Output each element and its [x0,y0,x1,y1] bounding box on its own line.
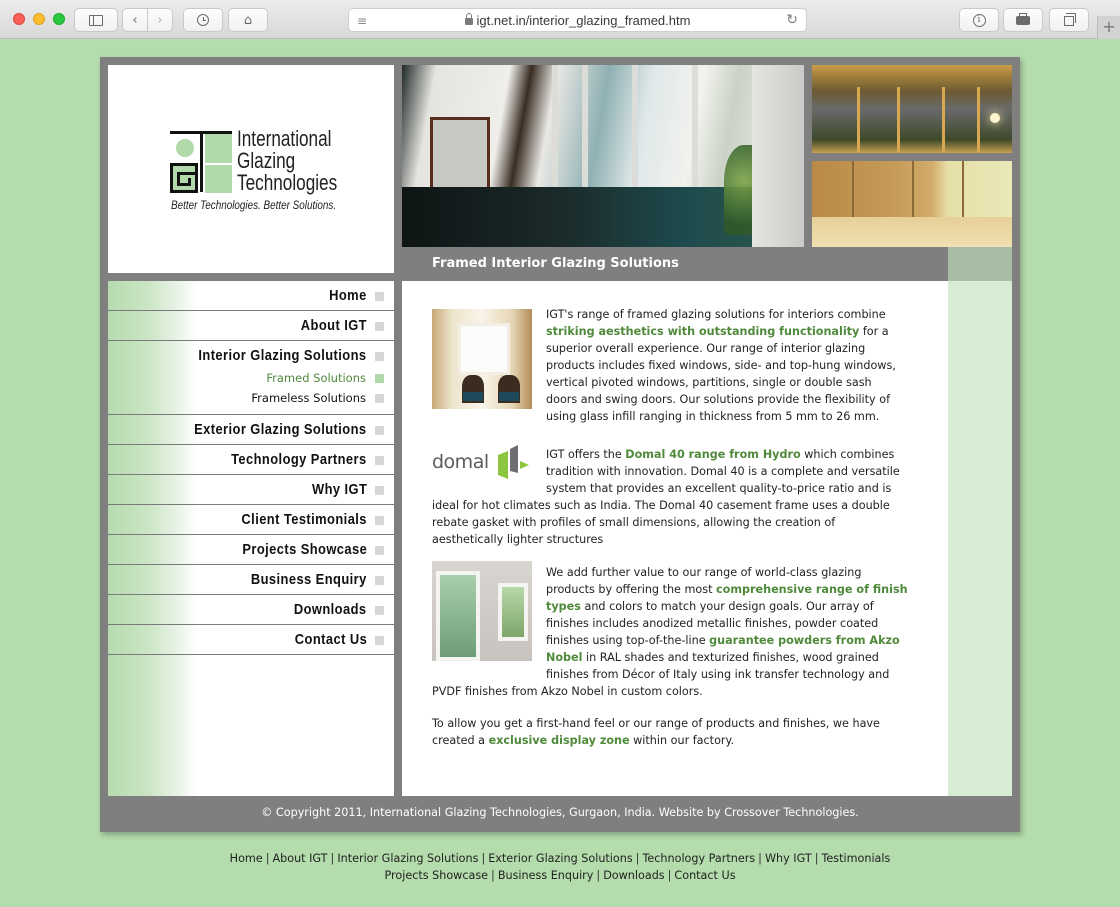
footer-link-downloads[interactable]: Downloads [603,869,664,882]
address-bar[interactable]: ≡ igt.net.in/interior_glazing_framed.htm… [348,8,807,32]
logo-name-line1: International [237,126,332,151]
sidebar-item-client-testimonials[interactable]: Client Testimonials [108,505,394,535]
paragraph-display-zone: To allow you get a first-hand feel or ou… [432,717,880,747]
highlight-display-zone: exclusive display zone [488,734,630,747]
igt-logo-mark [170,131,232,193]
reload-icon[interactable]: ↻ [786,12,798,28]
footer-link-contact-us[interactable]: Contact Us [674,869,735,882]
footer-links-row1: Home | About IGT | Interior Glazing Solution… [229,852,891,865]
bullet-icon [375,576,384,585]
footer-link-home[interactable]: Home [230,852,263,865]
bullet-icon [375,292,384,301]
url-text: igt.net.in/interior_glazing_framed.htm [476,13,691,28]
back-button[interactable]: ‹ [122,8,148,32]
print-icon [1016,12,1030,25]
logo-tagline: Better Technologies. Better Solutions. [171,200,337,212]
bullet-icon [375,456,384,465]
sidebar-item-about-igt[interactable]: About IGT [108,311,394,341]
sidebar-item-why-igt[interactable]: Why IGT [108,475,394,505]
footer-link-business-enquiry[interactable]: Business Enquiry [498,869,594,882]
hero-image-night-windows [812,65,1012,153]
bullet-icon [375,394,384,403]
sidebar-item-business-enquiry[interactable]: Business Enquiry [108,565,394,595]
footer-link-testimonials[interactable]: Testimonials [821,852,890,865]
sidebar-item-technology-partners[interactable]: Technology Partners [108,445,394,475]
home-icon: ⌂ [243,12,253,28]
bullet-active-icon [375,374,384,383]
zoom-window-button[interactable] [53,13,65,25]
sidebar-subitem-framed-solutions[interactable]: Framed Solutions [266,371,366,385]
hero-image-partitions [812,161,1012,247]
sidebar-subitem-frameless-solutions[interactable]: Frameless Solutions [251,391,366,405]
decorative-strip [948,281,1012,796]
copyright-text: © Copyright 2011, International Glazing … [261,806,859,819]
highlight-aesthetics: striking aesthetics with outstanding fun… [546,325,860,338]
print-button[interactable] [1003,8,1043,32]
footer-nav: Home | About IGT | Interior Glazing Solution… [0,850,1120,884]
sidebar-item-home[interactable]: Home [108,281,394,311]
browser-toolbar: ‹ › ⌂ ≡ igt.net.in/interior_glazing_fram… [0,0,1120,39]
sidebar-item-interior-glazing-solutions: Interior Glazing Solutions Framed Soluti… [108,341,394,415]
sidebar-item-contact-us[interactable]: Contact Us [108,625,394,655]
footer-link-why-igt[interactable]: Why IGT [765,852,812,865]
sidebar-item-projects-showcase[interactable]: Projects Showcase [108,535,394,565]
bullet-icon [375,546,384,555]
tabs-overview-button[interactable] [1049,8,1089,32]
page-frame: International Glazing Technologies Bette… [100,57,1020,832]
paragraph-domal: IGT offers the Domal 40 range from Hydro… [432,448,900,546]
bullet-icon [375,426,384,435]
info-icon: i [972,13,986,27]
interior-room-photo [432,309,532,409]
sidebar-item-interior-glazing-label[interactable]: Interior Glazing Solutions [199,347,367,364]
forward-button[interactable]: › [147,8,173,32]
footer-link-projects-showcase[interactable]: Projects Showcase [384,869,488,882]
hero-image-atrium [402,65,804,247]
site-logo[interactable]: International Glazing Technologies Bette… [108,65,394,273]
logo-name-line2: Glazing [237,148,296,173]
lock-icon [464,13,473,25]
home-button[interactable]: ⌂ [228,8,268,32]
bullet-icon [375,516,384,525]
bullet-icon [375,636,384,645]
close-window-button[interactable] [13,13,25,25]
footer-link-exterior-glazing[interactable]: Exterior Glazing Solutions [488,852,632,865]
footer-link-about-igt[interactable]: About IGT [272,852,327,865]
main-content: IGT's range of framed glazing solutions … [402,281,948,796]
bullet-icon [375,352,384,361]
paragraph-finishes: We add further value to our range of wor… [432,566,908,698]
page-title: Framed Interior Glazing Solutions [432,256,679,271]
sidebar-toggle-button[interactable] [74,8,118,32]
sidebar-item-downloads[interactable]: Downloads [108,595,394,625]
back-icon: ‹ [132,12,138,28]
sidebar-nav: Home About IGT Interior Glazing Solution… [108,281,394,796]
history-icon [197,14,209,26]
bullet-icon [375,322,384,331]
sidebar-icon [89,14,103,26]
footer-links-row2: Projects Showcase | Business Enquiry | Downl… [384,869,736,882]
highlight-domal: Domal 40 range from Hydro [625,448,801,461]
paragraph-intro: IGT's range of framed glazing solutions … [546,308,896,423]
history-button[interactable] [183,8,223,32]
sidebar-item-exterior-glazing-solutions[interactable]: Exterior Glazing Solutions [108,415,394,445]
decorative-strip-top [948,247,1012,281]
logo-name-line3: Technologies [237,170,338,195]
new-tab-button[interactable]: + [1097,16,1120,39]
footer-link-interior-glazing[interactable]: Interior Glazing Solutions [337,852,478,865]
bullet-icon [375,606,384,615]
info-button[interactable]: i [959,8,999,32]
new-tab-icon: + [1102,17,1116,36]
minimize-window-button[interactable] [33,13,45,25]
forward-icon: › [157,12,163,28]
tabs-icon [1064,13,1076,26]
page-title-bar: Framed Interior Glazing Solutions [402,247,948,281]
footer-link-technology-partners[interactable]: Technology Partners [642,852,755,865]
bullet-icon [375,486,384,495]
